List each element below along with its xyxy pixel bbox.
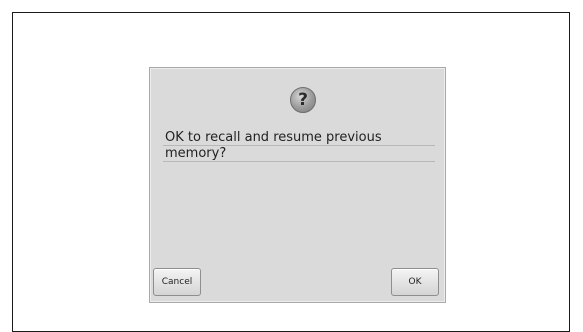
message-line-1: OK to recall and resume previous bbox=[163, 130, 435, 146]
confirmation-dialog: ? OK to recall and resume previous memor… bbox=[149, 67, 446, 303]
cancel-button[interactable]: Cancel bbox=[153, 268, 201, 296]
question-mark-glyph: ? bbox=[298, 89, 308, 110]
message-line-2: memory? bbox=[163, 146, 435, 162]
question-mark-icon: ? bbox=[290, 87, 316, 113]
ok-button[interactable]: OK bbox=[391, 268, 439, 296]
dialog-message: OK to recall and resume previous memory? bbox=[163, 130, 435, 162]
